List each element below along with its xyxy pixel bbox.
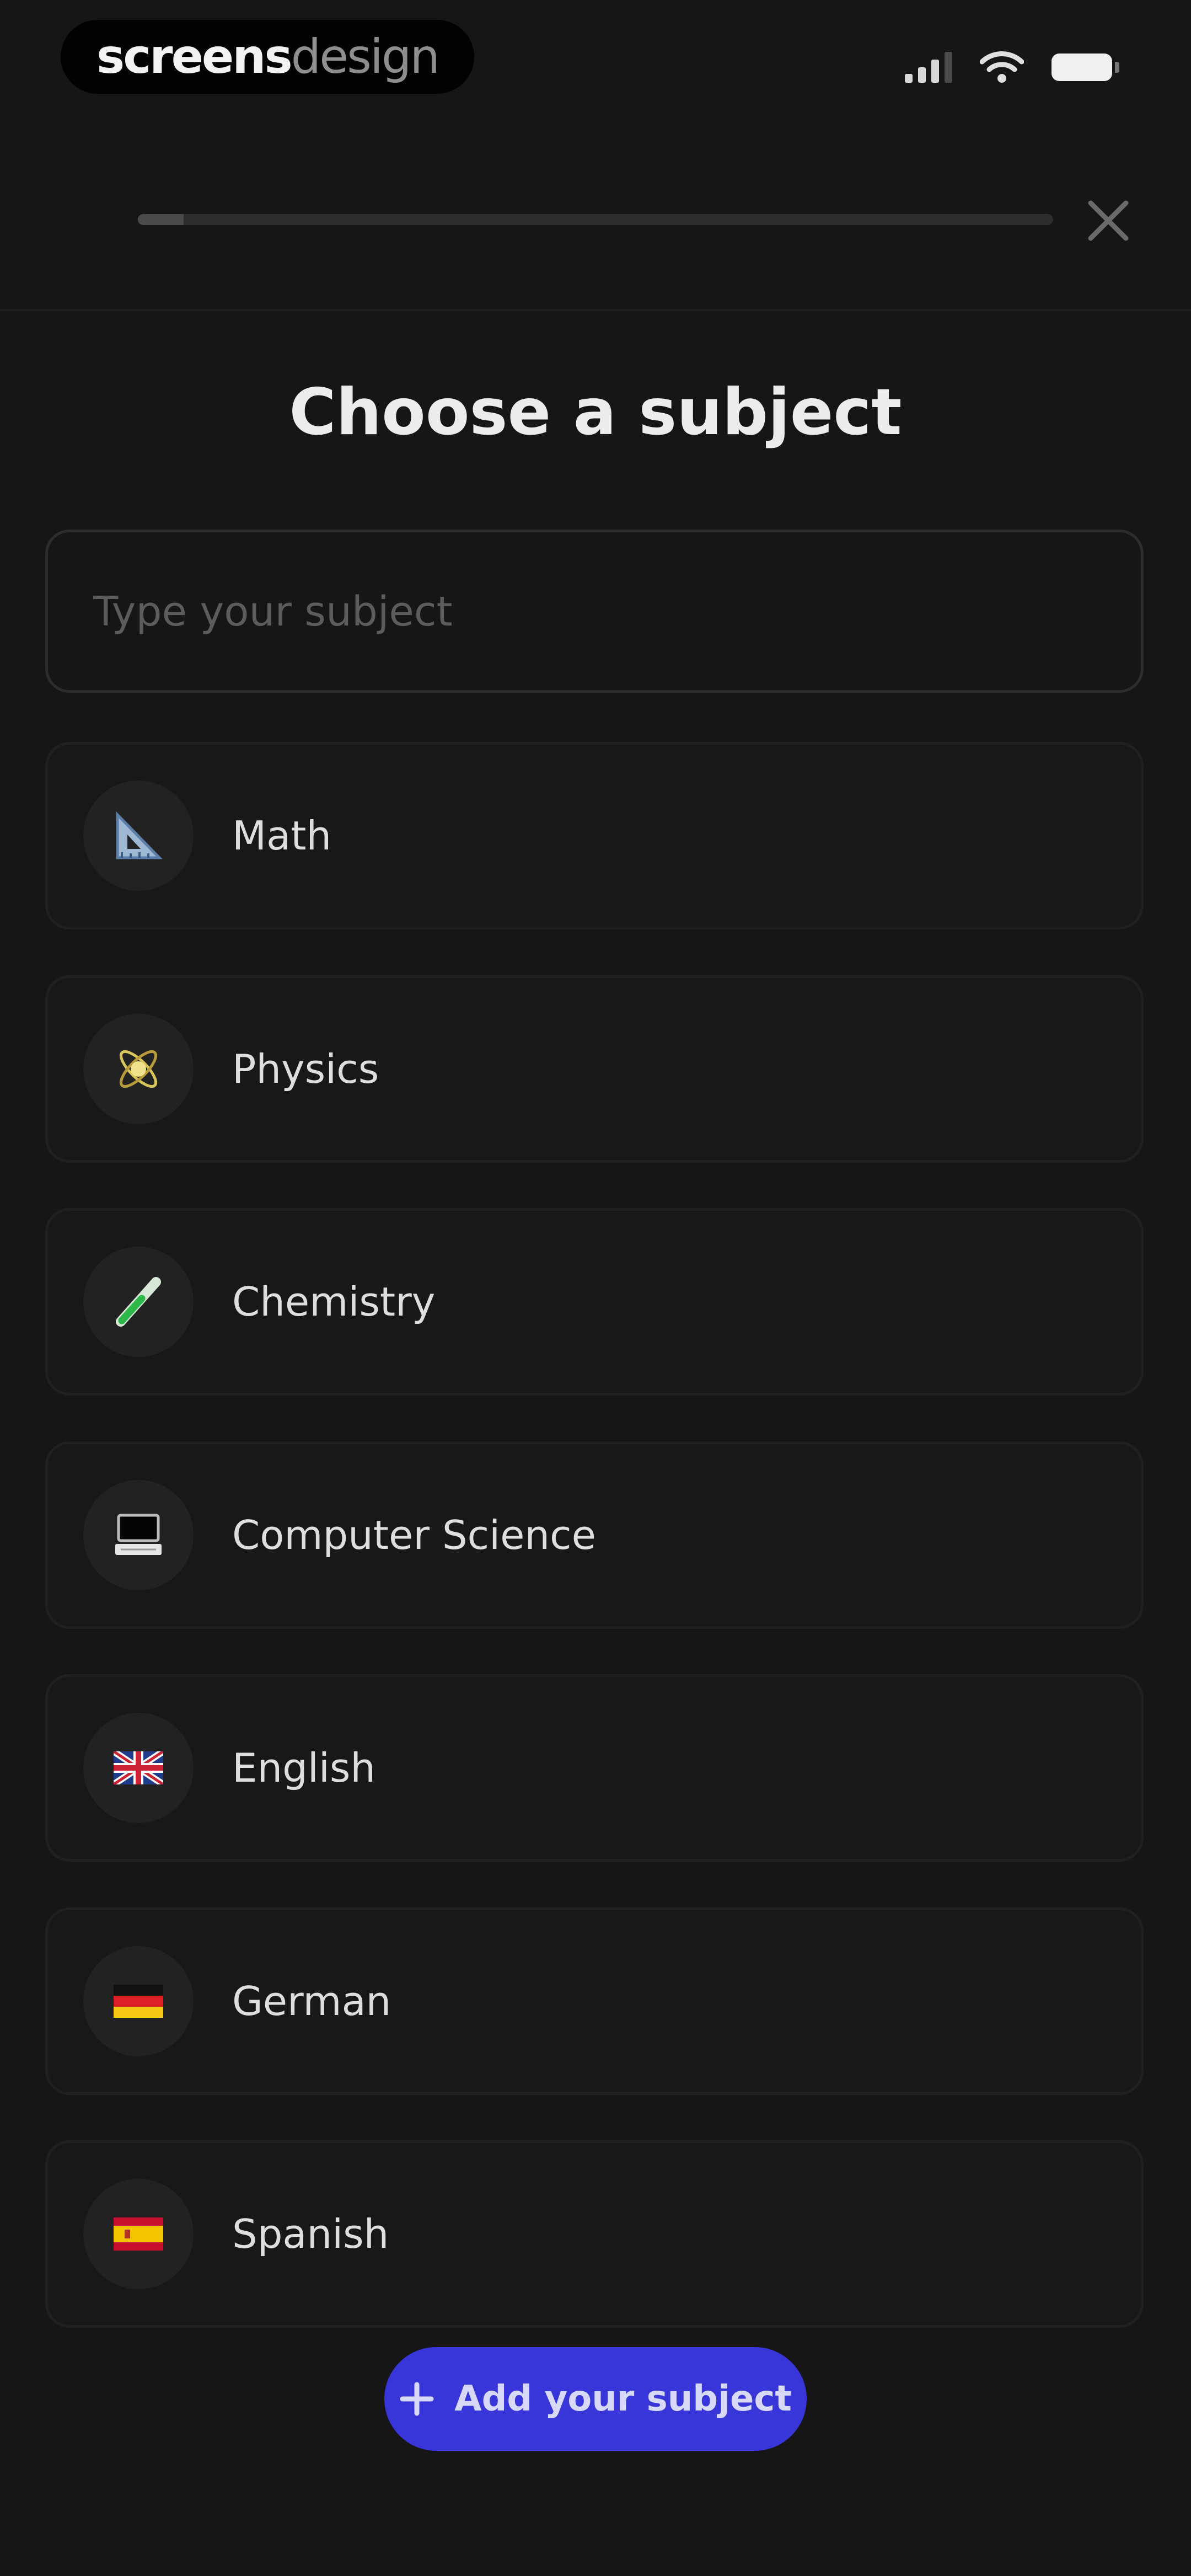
subject-item-english[interactable]: English	[45, 1674, 1144, 1862]
spain-flag-icon	[114, 2217, 163, 2251]
subject-label: Physics	[232, 1046, 379, 1092]
plus-icon	[400, 2382, 434, 2416]
subject-label: Math	[232, 813, 332, 859]
page-title: Choose a subject	[289, 375, 902, 450]
uk-flag-icon	[114, 1751, 163, 1784]
close-button[interactable]	[1081, 193, 1136, 248]
brand-text-light: design	[291, 29, 440, 84]
spanish-icon-container	[83, 2179, 194, 2289]
subject-label: German	[232, 1978, 391, 2024]
brand-text-bold: screens	[96, 29, 293, 84]
status-bar: screens design	[0, 0, 1191, 121]
brand-logo: screens design	[61, 20, 474, 94]
subject-item-computer-science[interactable]: Computer Science	[45, 1441, 1144, 1629]
progress-fill	[138, 214, 184, 225]
top-bar	[0, 121, 1191, 311]
subject-search-input[interactable]	[92, 532, 1103, 691]
progress-bar	[138, 214, 1053, 225]
subject-label: Chemistry	[232, 1279, 436, 1325]
subject-item-spanish[interactable]: Spanish	[45, 2140, 1144, 2328]
chemistry-icon-container	[83, 1247, 194, 1357]
test-tube-icon	[116, 1277, 161, 1327]
subject-label: English	[232, 1745, 375, 1791]
math-icon-container	[83, 781, 194, 891]
physics-icon-container	[83, 1014, 194, 1124]
add-subject-button[interactable]: Add your subject	[384, 2347, 807, 2451]
triangle-ruler-icon	[116, 811, 163, 859]
subject-label: Spanish	[232, 2211, 389, 2257]
wifi-icon	[980, 51, 1024, 83]
status-icons	[905, 51, 1119, 84]
subject-search-box[interactable]	[45, 530, 1144, 693]
german-icon-container	[83, 1946, 194, 2056]
subject-item-chemistry[interactable]: Chemistry	[45, 1208, 1144, 1396]
subject-item-physics[interactable]: Physics	[45, 975, 1144, 1163]
battery-icon	[1051, 54, 1119, 81]
subject-item-math[interactable]: Math	[45, 742, 1144, 929]
add-subject-label: Add your subject	[454, 2379, 792, 2419]
germany-flag-icon	[114, 1985, 163, 2018]
cellular-signal-icon	[905, 52, 952, 83]
subject-item-german[interactable]: German	[45, 1907, 1144, 2095]
subject-label: Computer Science	[232, 1512, 596, 1558]
english-icon-container	[83, 1713, 194, 1823]
computer-icon	[115, 1514, 162, 1555]
atom-icon	[119, 1050, 158, 1088]
computer-science-icon-container	[83, 1480, 194, 1590]
close-icon	[1088, 200, 1129, 241]
